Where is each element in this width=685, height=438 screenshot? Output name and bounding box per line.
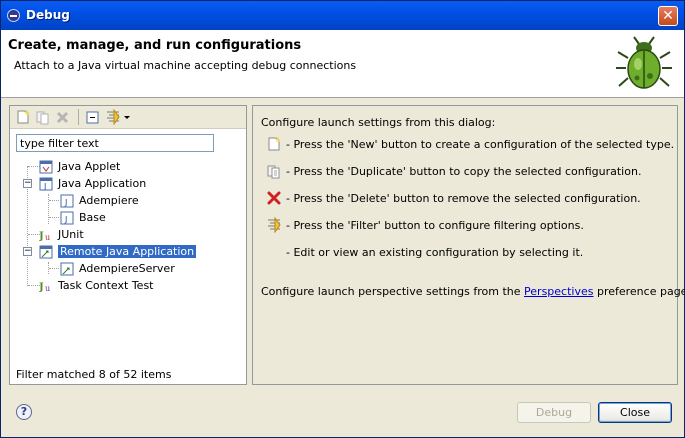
tree-item-label: Task Context Test: [58, 279, 154, 292]
delete-icon: [267, 191, 281, 205]
perspective-text: Configure launch perspective settings fr…: [261, 285, 685, 298]
config-toolbar: [10, 106, 246, 129]
java-application-icon: J: [39, 177, 53, 191]
header-message: Attach to a Java virtual machine accepti…: [14, 59, 357, 72]
close-button[interactable]: Close: [598, 402, 672, 423]
tree-line: [49, 268, 59, 269]
dialog-header: Create, manage, and run configurations A…: [1, 30, 684, 98]
tree-item-label-selected: Remote Java Application: [58, 245, 197, 258]
duplicate-icon[interactable]: [35, 109, 51, 125]
svg-text:J: J: [39, 282, 44, 293]
new-config-icon: [268, 137, 281, 151]
expander-java-application[interactable]: −: [23, 179, 32, 188]
junit-icon: Ju: [39, 231, 50, 242]
tree-item-adempiere[interactable]: J Adempiere: [60, 192, 139, 209]
debug-dialog: Debug ✕ Create, manage, and run configur…: [0, 0, 685, 438]
debug-bug-icon: [616, 36, 672, 89]
tree-item-label: JUnit: [58, 228, 84, 241]
tree-item-junit[interactable]: Ju JUnit: [39, 226, 84, 243]
svg-text:J: J: [64, 215, 67, 224]
svg-text:u: u: [45, 284, 50, 293]
tree-item-adempiereserver[interactable]: AdempiereServer: [60, 260, 175, 277]
java-config-icon: J: [60, 194, 74, 208]
tree-item-java-applet[interactable]: Java Applet: [39, 158, 120, 175]
remote-java-icon: [39, 245, 53, 259]
collapse-all-icon[interactable]: [84, 109, 100, 125]
filter-status: Filter matched 8 of 52 items: [16, 368, 172, 381]
tree-line: [48, 194, 49, 224]
configuration-list-panel: − − Java Applet J Java Application J Ademp…: [9, 105, 247, 385]
tree-item-java-application[interactable]: J Java Application: [39, 175, 146, 192]
help-duplicate: - Press the 'Duplicate' button to copy t…: [286, 165, 642, 178]
duplicate-icon: [267, 165, 280, 179]
filter-input[interactable]: [16, 134, 214, 152]
svg-text:u: u: [45, 233, 50, 242]
tree-item-label: AdempiereServer: [79, 262, 175, 275]
perspectives-link[interactable]: Perspectives: [524, 285, 593, 298]
filter-icon: [268, 217, 281, 233]
chevron-down-icon[interactable]: [123, 109, 131, 125]
tree-item-remote-java-application[interactable]: Remote Java Application: [39, 243, 197, 260]
java-applet-icon: [39, 160, 53, 174]
tree-item-label: Java Application: [58, 177, 147, 190]
tree-item-label: Base: [79, 211, 106, 224]
intro-text: Configure launch settings from this dial…: [261, 116, 496, 129]
tree-line: [49, 200, 59, 201]
eclipse-icon: [7, 9, 20, 22]
window-title: Debug: [26, 8, 70, 22]
tree-item-base[interactable]: J Base: [60, 209, 106, 226]
svg-text:J: J: [43, 182, 46, 191]
perspective-text-after: preference page.: [593, 285, 685, 298]
help-new: - Press the 'New' button to create a con…: [286, 138, 675, 151]
launch-settings-panel: Configure launch settings from this dial…: [252, 105, 685, 385]
help-edit: - Edit or view an existing configuration…: [286, 246, 584, 259]
perspective-text-before: Configure launch perspective settings fr…: [261, 285, 525, 298]
new-config-icon[interactable]: [15, 109, 31, 125]
header-title: Create, manage, and run configurations: [8, 38, 302, 53]
title-bar[interactable]: Debug ✕: [1, 1, 684, 30]
close-window-button[interactable]: ✕: [658, 6, 678, 26]
tree-item-task-context-test[interactable]: Ju Task Context Test: [39, 277, 154, 294]
expander-remote-java-application[interactable]: −: [23, 247, 32, 256]
tree-item-label: Java Applet: [58, 160, 121, 173]
help-icon[interactable]: ?: [16, 404, 32, 420]
tree-item-label: Adempiere: [79, 194, 139, 207]
svg-text:J: J: [64, 198, 67, 207]
java-config-icon: J: [60, 211, 74, 225]
help-delete: - Press the 'Delete' button to remove th…: [286, 192, 641, 205]
toolbar-separator: [78, 109, 79, 125]
svg-text:J: J: [39, 231, 44, 242]
filter-icon[interactable]: [105, 109, 121, 125]
remote-config-icon: [60, 262, 74, 276]
debug-button[interactable]: Debug: [517, 402, 591, 423]
task-context-icon: Ju: [39, 282, 50, 293]
tree-line: [49, 217, 59, 218]
delete-icon[interactable]: [55, 109, 71, 125]
help-filter: - Press the 'Filter' button to configure…: [286, 219, 584, 232]
